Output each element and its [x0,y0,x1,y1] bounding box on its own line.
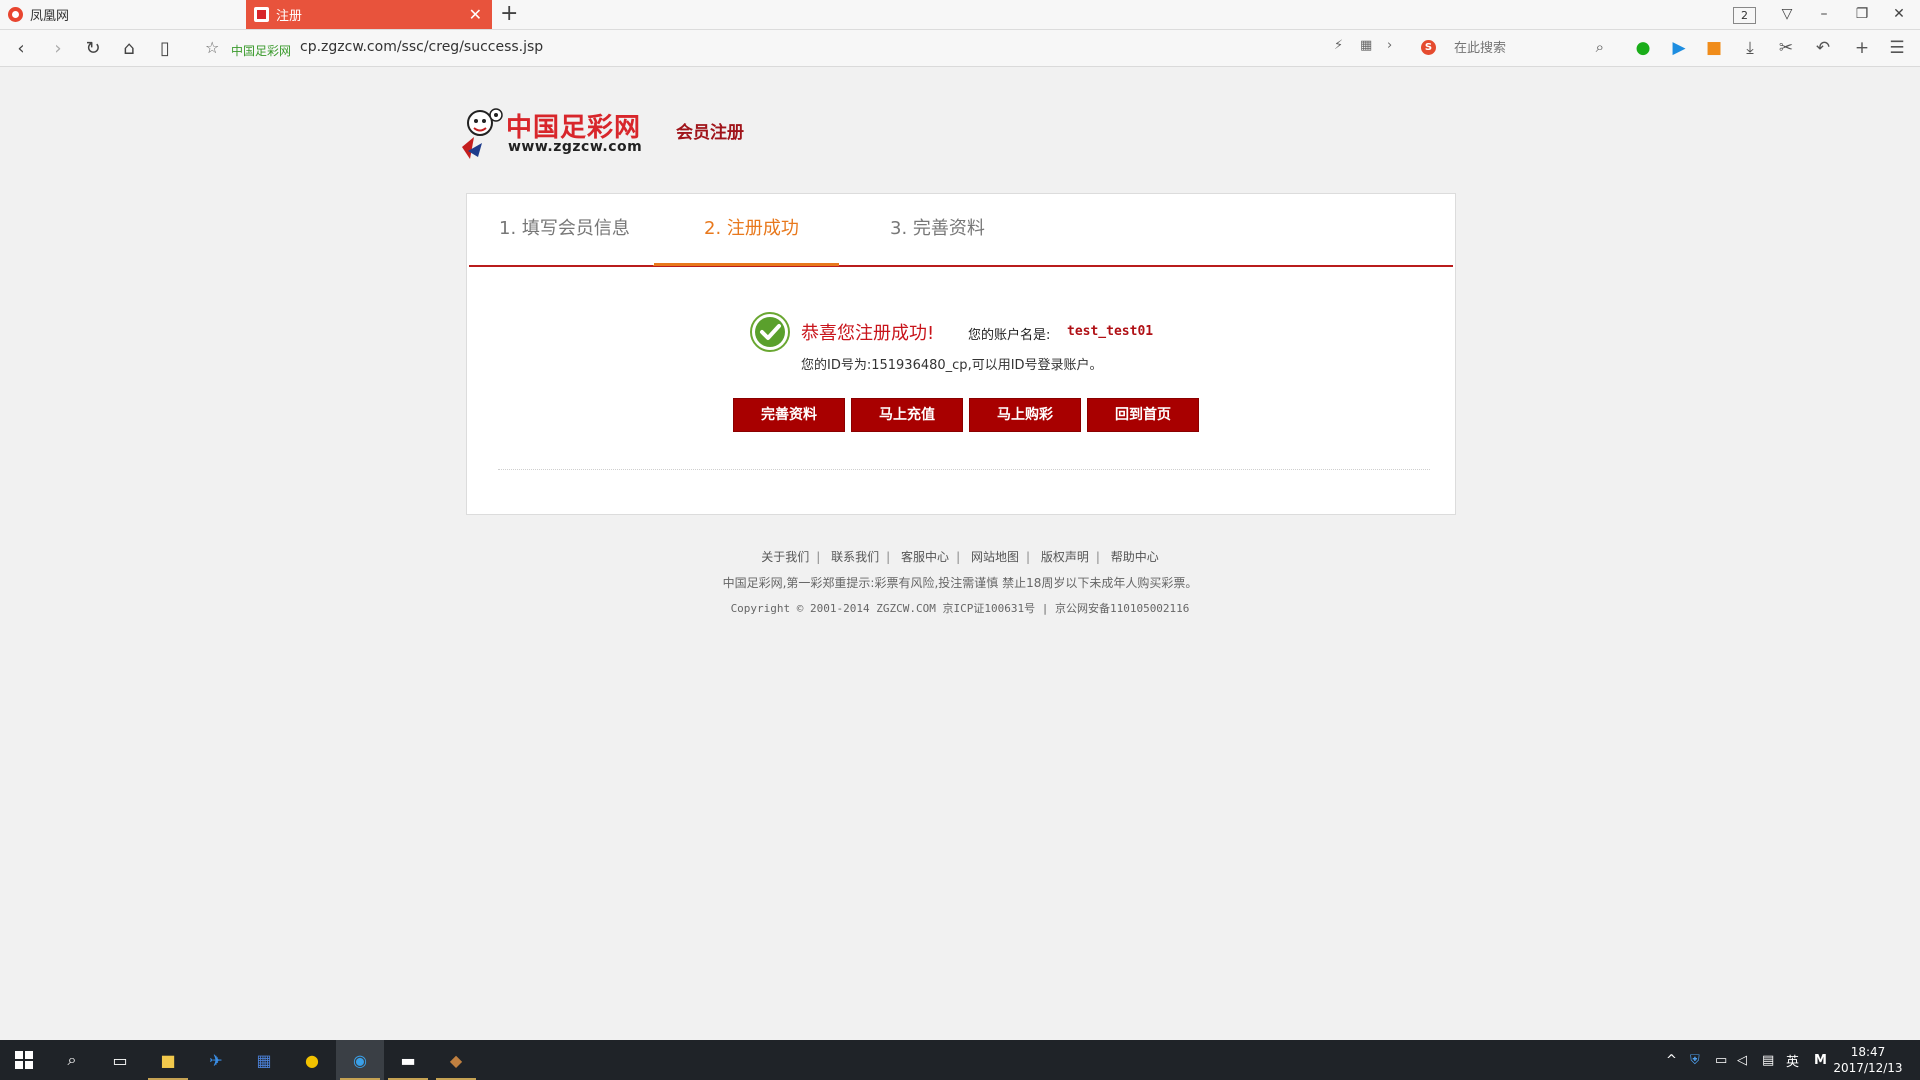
footer-separator: | [1095,550,1100,564]
browser-taskbar-icon[interactable]: ◉ [336,1040,384,1080]
success-title: 恭喜您注册成功! [801,323,935,344]
footer-copyright: Copyright © 2001-2014 ZGZCW.COM 京ICP证100… [730,602,1190,615]
step-indicator: 1. 填写会员信息 2. 注册成功 3. 完善资料 [469,194,1453,267]
search-taskbar-icon[interactable]: ⌕ [48,1040,96,1080]
user-id-line: 您的ID号为:151936480_cp,可以用ID号登录账户。 [801,358,1103,373]
music-app-icon[interactable]: ● [288,1040,336,1080]
clock-time: 18:47 [1850,1045,1886,1059]
start-button[interactable] [0,1040,48,1080]
footer-separator: | [886,550,891,564]
skin-icon[interactable]: ▽ [1777,4,1797,24]
home-button[interactable]: ⌂ [118,38,140,60]
clock-date: 2017/12/13 [1833,1061,1903,1075]
system-clock[interactable]: 18:47 2017/12/13 [1826,1044,1910,1076]
network-icon[interactable]: ▭ [1715,1040,1727,1080]
footer-link-contact[interactable]: 联系我们 [831,550,879,564]
speed-mode-icon[interactable]: ⚡ [1334,38,1343,53]
new-tab-button[interactable]: + [500,1,518,27]
footer-link-copyright[interactable]: 版权声明 [1041,550,1089,564]
minimize-button[interactable]: – [1814,4,1834,24]
search-icon[interactable]: ⌕ [1596,38,1604,56]
tab-register[interactable]: 注册 ✕ [246,0,492,29]
step-active-underline [653,263,839,266]
game-taskbar-icon[interactable]: ◆ [432,1040,480,1080]
windows-logo-icon [15,1051,33,1069]
site-identity-label: 中国足彩网 [231,44,292,58]
back-button[interactable]: ‹ [10,38,32,60]
video-camera-icon[interactable]: ■ [1703,37,1725,59]
chevron-right-icon[interactable]: › [1387,38,1392,53]
search-input[interactable] [1452,38,1586,58]
zgzcw-favicon-icon [254,7,269,22]
step-complete-profile: 3. 完善资料 [890,218,985,239]
footer-link-help[interactable]: 帮助中心 [1111,550,1159,564]
step-success: 2. 注册成功 [704,218,799,239]
account-label: 您的账户名是: [968,328,1051,343]
forward-button[interactable]: › [47,38,69,60]
step-separator [839,249,840,265]
ime-language[interactable]: 英 [1786,1040,1799,1080]
close-window-button[interactable]: ✕ [1889,4,1909,24]
footer-warning: 中国足彩网,第一彩郑重提示:彩票有风险,投注需谨慎 禁止18周岁以下未成年人购买… [722,576,1198,590]
scissors-icon[interactable]: ✂ [1775,37,1797,59]
tab-label: 注册 [276,9,303,24]
footer-link-sitemap[interactable]: 网站地图 [971,550,1019,564]
site-logo[interactable]: 中国足彩网 www.zgzcw.com [458,105,663,161]
browser-tab-bar: 凤凰网 注册 ✕ + 2 ▽ – ❐ ✕ [0,0,1920,30]
notification-icon[interactable]: ▤ [1762,1040,1774,1080]
restore-button[interactable]: ❐ [1852,4,1872,24]
undo-icon[interactable]: ↶ [1812,37,1834,59]
ime-mode[interactable]: M [1814,1040,1827,1080]
page-title: 会员注册 [676,123,744,143]
file-explorer-icon[interactable]: ■ [144,1040,192,1080]
reload-button[interactable]: ↻ [82,38,104,60]
recharge-button[interactable]: 马上充值 [851,398,963,432]
volume-icon[interactable]: ◁ [1737,1040,1747,1080]
security-shield-icon[interactable]: ⛨ [1690,1040,1700,1080]
menu-icon[interactable]: ☰ [1886,37,1908,59]
reading-mode-button[interactable]: ▯ [154,38,176,60]
step-fill-info: 1. 填写会员信息 [499,218,630,239]
download-icon[interactable]: ⤓ [1739,37,1761,59]
ifeng-favicon-icon [8,7,23,22]
footer-separator: | [816,550,821,564]
video-app-icon[interactable]: ▦ [240,1040,288,1080]
mascot-logo-icon [462,108,503,159]
qr-code-icon[interactable]: ▦ [1360,38,1372,53]
footer-separator: | [1025,550,1030,564]
logo-url: www.zgzcw.com [508,139,643,155]
video-play-icon[interactable]: ▶ [1668,37,1690,59]
add-icon[interactable]: + [1851,37,1873,59]
back-home-button[interactable]: 回到首页 [1087,398,1199,432]
footer-separator: | [956,550,961,564]
terminal-taskbar-icon[interactable]: ▬ [384,1040,432,1080]
footer-link-service[interactable]: 客服中心 [901,550,949,564]
divider [498,469,1430,470]
windows-taskbar: ⌕ ▭ ■ ✈ ▦ ● ◉ ▬ ◆ ^ ⛨ ▭ ◁ ▤ 英 M 18:47 20… [0,1040,1920,1080]
bird-app-icon[interactable]: ✈ [192,1040,240,1080]
address-bar: ‹ › ↻ ⌂ ▯ ☆ 中国足彩网 cp.zgzcw.com/ssc/creg/… [0,30,1920,67]
footer-link-about[interactable]: 关于我们 [761,550,809,564]
buy-lottery-button[interactable]: 马上购彩 [969,398,1081,432]
complete-profile-button[interactable]: 完善资料 [733,398,845,432]
registration-panel: 1. 填写会员信息 2. 注册成功 3. 完善资料 恭喜您注册成功! 您的账户名… [466,193,1456,515]
tab-close-icon[interactable]: ✕ [469,5,482,24]
tray-expand-icon[interactable]: ^ [1666,1040,1677,1080]
wechat-icon[interactable]: ● [1632,37,1654,59]
tab-count-badge[interactable]: 2 [1733,7,1756,24]
success-check-icon [750,312,790,352]
task-view-icon[interactable]: ▭ [96,1040,144,1080]
search-box[interactable]: S ⌕ [1418,36,1608,60]
step-separator [653,249,654,265]
url-field[interactable]: cp.zgzcw.com/ssc/creg/success.jsp [300,39,543,55]
sogou-search-icon[interactable]: S [1421,40,1436,55]
footer-links: 关于我们 | 联系我们 | 客服中心 | 网站地图 | 版权声明 | 帮助中心 [0,548,1920,565]
account-value: test_test01 [1067,324,1154,339]
tab-label: 凤凰网 [30,9,70,24]
tab-ifeng[interactable]: 凤凰网 [0,0,247,29]
bookmark-star-icon[interactable]: ☆ [205,38,219,57]
